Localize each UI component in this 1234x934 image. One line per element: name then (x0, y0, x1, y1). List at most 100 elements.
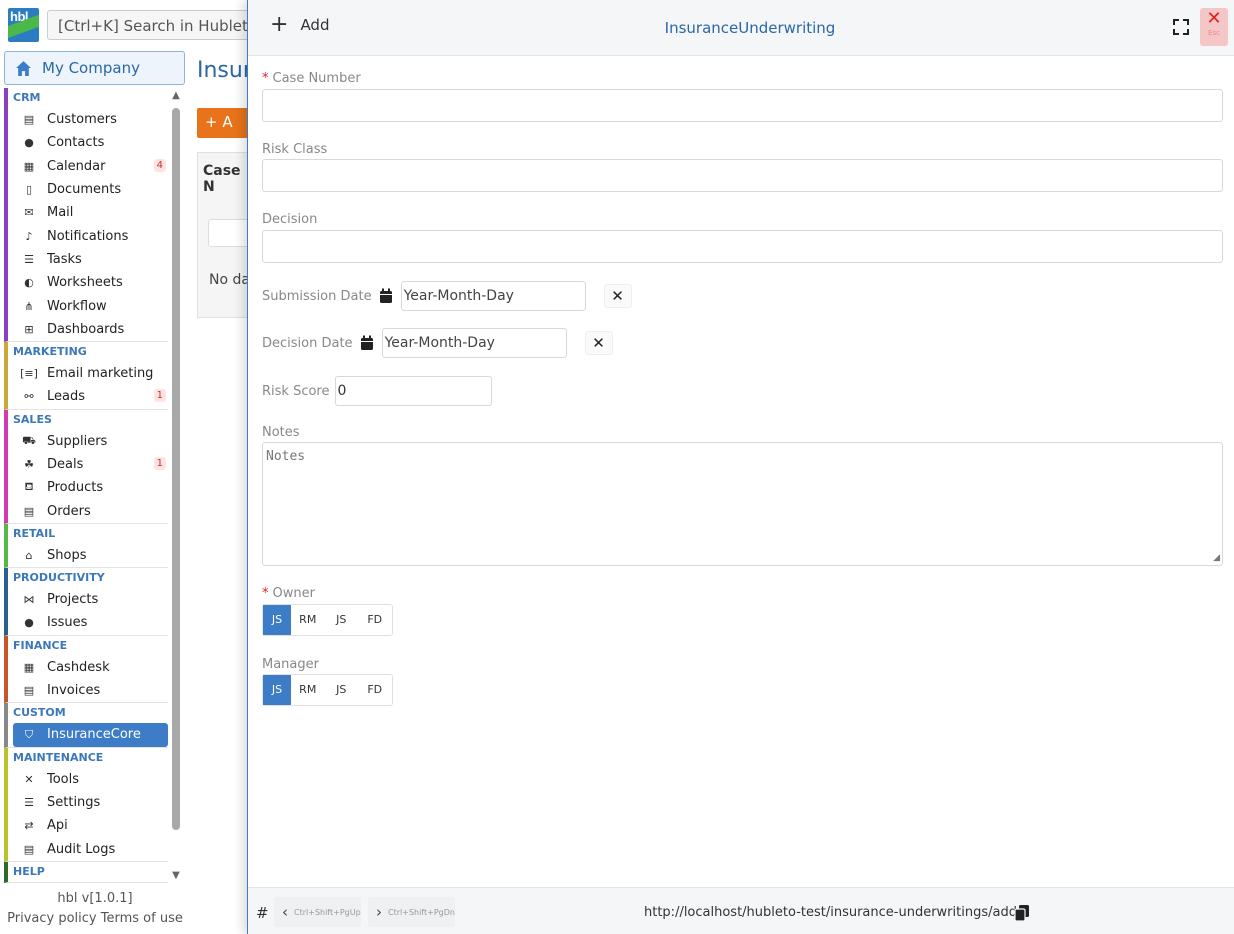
notes-label: Notes (262, 425, 300, 440)
email-marketing-icon: [≡] (20, 367, 38, 381)
record-hash-link[interactable]: # (256, 904, 269, 922)
nav-group-title: MARKETING (13, 344, 87, 358)
shield-icon: ⛉ (24, 727, 34, 741)
owner-label: * Owner (262, 586, 315, 601)
sidebar-item-label: Audit Logs (47, 841, 116, 857)
sidebar-item-tasks[interactable]: ☰ Tasks (13, 248, 168, 271)
my-company-label: My Company (42, 59, 140, 77)
decision-label: Decision (262, 212, 318, 227)
sidebar-item-notifications[interactable]: ♪ Notifications (13, 224, 168, 247)
manager-option[interactable]: JS (325, 675, 359, 705)
fullscreen-icon[interactable] (1172, 18, 1190, 36)
mail-icon: ✉ (24, 206, 34, 220)
worksheet-icon: ◐ (24, 276, 34, 290)
hubleto-logo[interactable]: hbl (8, 8, 39, 42)
owner-option[interactable]: RM (291, 605, 325, 635)
modal-footer: # ‹ Ctrl+Shift+PgUp › Ctrl+Shift+PgDn ht… (248, 887, 1234, 934)
sidebar-item-documents[interactable]: ▯ Documents (13, 178, 168, 201)
sidebar-item-settings[interactable]: ☰ Settings (13, 791, 168, 814)
sidebar-item-invoices[interactable]: ▤ Invoices (13, 679, 168, 702)
clear-submission-date-icon[interactable]: ✕ (603, 284, 632, 308)
sidebar-nav: CRM ▤ Customers ● Contacts ▦ Calendar 4 ▯ Documen… (4, 88, 168, 884)
terms-of-use-link[interactable]: Terms of use (101, 911, 183, 926)
copy-icon[interactable] (1014, 904, 1030, 922)
sidebar-item-audit-logs[interactable]: ▤ Audit Logs (13, 837, 168, 860)
submission-date-label: Submission Date (262, 288, 372, 304)
decision-date-input[interactable]: Year-Month-Day (381, 328, 567, 358)
case-number-input[interactable] (262, 89, 1223, 122)
sidebar-item-customers[interactable]: ▤ Customers (13, 108, 168, 131)
privacy-policy-link[interactable]: Privacy policy (7, 911, 96, 926)
sidebar-item-email-marketing[interactable]: [≡] Email marketing (13, 362, 168, 385)
calendar-icon[interactable] (379, 288, 393, 304)
sidebar-item-orders[interactable]: ▤ Orders (13, 499, 168, 522)
count-badge: 4 (153, 158, 166, 172)
sidebar-item-label: Deals (47, 457, 84, 472)
close-button[interactable]: ✕ Esc (1200, 8, 1228, 46)
previous-record-button[interactable]: ‹ Ctrl+Shift+PgUp (274, 897, 361, 927)
sidebar-item-issues[interactable]: ● Issues (13, 611, 168, 634)
owner-option[interactable]: JS (325, 605, 359, 635)
sidebar-item-products[interactable]: ⛾ Products (13, 476, 168, 499)
my-company-button[interactable]: My Company (4, 51, 185, 85)
nav-group-title: SALES (13, 412, 52, 426)
submission-date-input[interactable]: Year-Month-Day (400, 281, 586, 311)
sidebar-item-deals[interactable]: ☘ Deals 1 (13, 453, 168, 476)
sidebar-item-tools[interactable]: ✕ Tools (13, 768, 168, 791)
manager-label: Manager (262, 657, 319, 672)
truck-icon: ⛟ (22, 433, 36, 447)
next-shortcut-hint: Ctrl+Shift+PgDn (388, 907, 455, 917)
manager-option[interactable]: JS (263, 675, 291, 705)
nav-group-title: PRODUCTIVITY (13, 571, 105, 585)
resize-grip-icon[interactable]: ◢ (1213, 553, 1220, 563)
sidebar-item-label: Products (47, 480, 104, 496)
nav-group-marketing: MARKETING [≡] Email marketing ⚯ Leads 1 (4, 341, 168, 410)
sidebar-item-calendar[interactable]: ▦ Calendar 4 (13, 155, 168, 178)
scroll-up-icon[interactable]: ▲ (170, 90, 182, 102)
global-search-input[interactable]: [Ctrl+K] Search in Hubleto... (47, 10, 257, 40)
sidebar-item-insurancecore[interactable]: ⛉ InsuranceCore (13, 723, 168, 747)
calendar-icon[interactable] (360, 335, 374, 351)
risk-score-label: Risk Score (262, 383, 330, 399)
next-record-button[interactable]: › Ctrl+Shift+PgDn (368, 897, 455, 927)
sidebar-item-api[interactable]: ⇄ Api (13, 814, 168, 837)
id-card-icon: ▤ (23, 113, 35, 127)
sidebar-item-label: Notifications (47, 228, 129, 244)
modal-header: + Add InsuranceUnderwriting ✕ Esc (248, 0, 1234, 56)
sidebar-item-leads[interactable]: ⚯ Leads 1 (13, 385, 168, 408)
sidebar-item-cashdesk[interactable]: ▦ Cashdesk (13, 656, 168, 679)
risk-class-input[interactable] (262, 159, 1223, 192)
owner-option[interactable]: FD (358, 605, 392, 635)
sidebar-item-label: Invoices (47, 683, 101, 699)
api-icon: ⇄ (24, 819, 34, 833)
manager-option[interactable]: FD (358, 675, 392, 705)
decision-input[interactable] (262, 230, 1223, 263)
sidebar-item-mail[interactable]: ✉ Mail (13, 201, 168, 224)
owner-option[interactable]: JS (263, 605, 291, 635)
sidebar-item-projects[interactable]: ⋈ Projects (13, 588, 168, 611)
modal-title: InsuranceUnderwriting (664, 19, 836, 37)
count-badge: 1 (153, 456, 166, 470)
required-marker: * (262, 586, 269, 601)
case-number-label: * Case Number (262, 71, 361, 86)
nav-group-help: HELP (4, 861, 168, 883)
sidebar-item-label: Suppliers (47, 433, 108, 449)
sidebar-item-workflow[interactable]: ⋔ Workflow (13, 294, 168, 317)
manager-option[interactable]: RM (291, 675, 325, 705)
sidebar-item-worksheets[interactable]: ◐ Worksheets (13, 271, 168, 294)
issues-icon: ● (24, 616, 34, 630)
scroll-thumb[interactable] (172, 108, 180, 830)
clear-decision-date-icon[interactable]: ✕ (584, 331, 613, 355)
sidebar-item-suppliers[interactable]: ⛟ Suppliers (13, 430, 168, 453)
sidebar-item-shops[interactable]: ⌂ Shops (13, 544, 168, 567)
sidebar-item-dashboards[interactable]: ⊞ Dashboards (13, 318, 168, 341)
invoice-icon: ▤ (23, 684, 35, 698)
dashboard-icon: ⊞ (24, 322, 34, 336)
notes-textarea[interactable]: Notes ◢ (262, 442, 1223, 566)
sidebar-item-label: Tasks (47, 251, 82, 267)
sidebar-scrollbar[interactable]: ▲ ▼ (170, 90, 182, 882)
risk-score-input[interactable]: 0 (334, 376, 492, 406)
close-icon: ✕ (1206, 8, 1222, 29)
sidebar-item-contacts[interactable]: ● Contacts (13, 131, 168, 154)
scroll-down-icon[interactable]: ▼ (170, 870, 182, 882)
